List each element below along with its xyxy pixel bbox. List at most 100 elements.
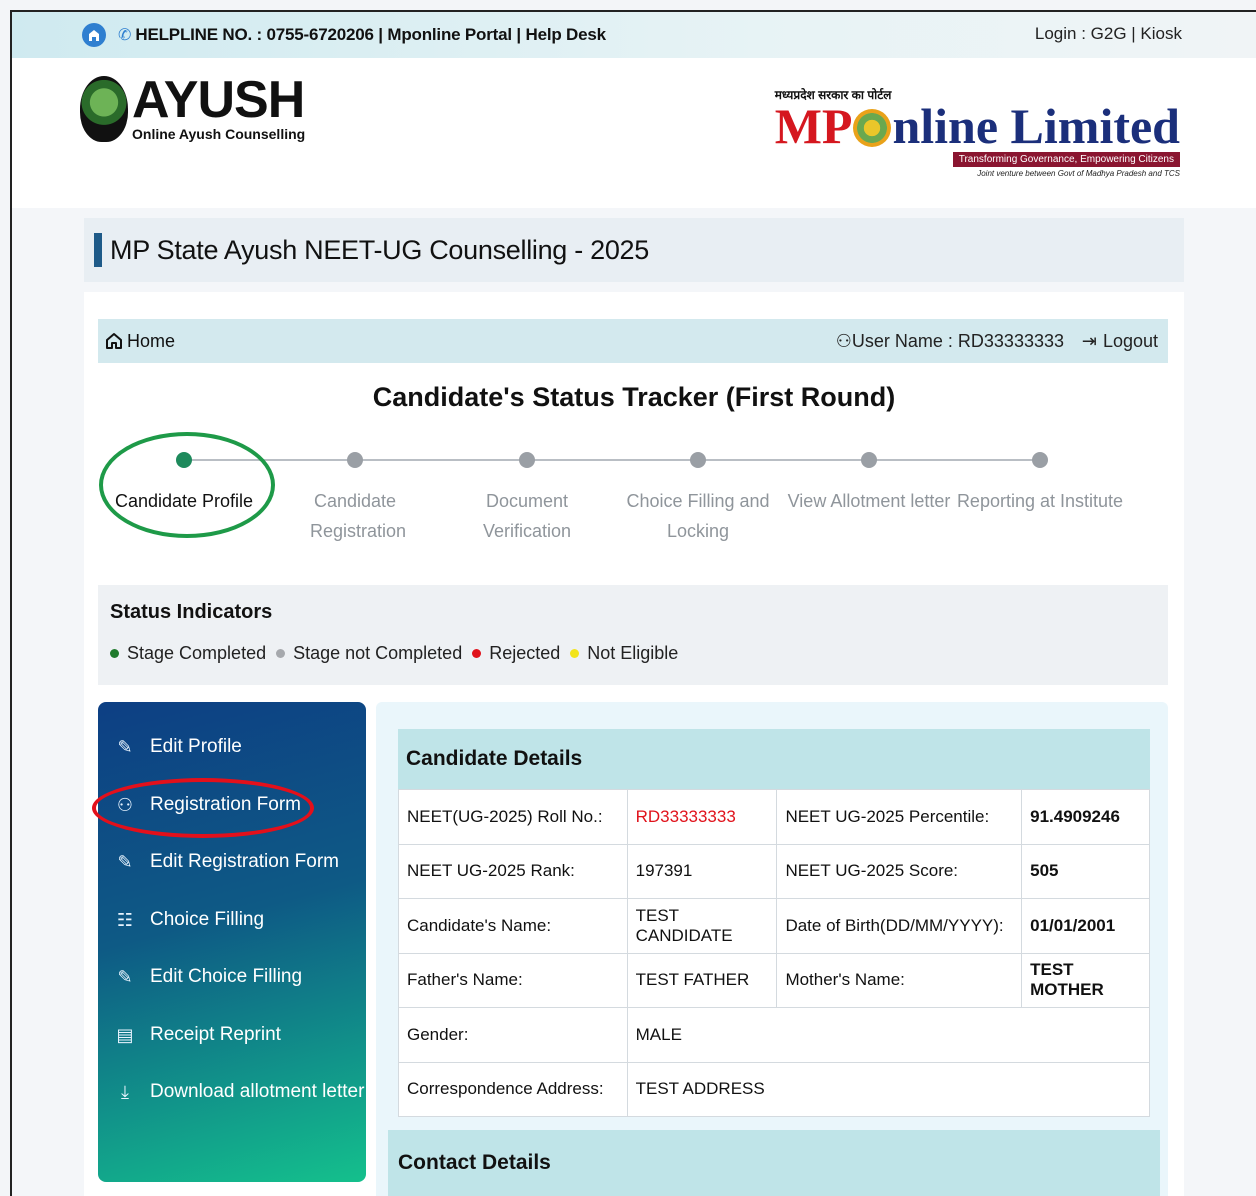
step-choice-filling[interactable]: Choice Filling and Locking	[613, 452, 783, 546]
candidate-name-value: TEST CANDIDATE	[626, 898, 778, 954]
sidebar-item-label: Receipt Reprint	[150, 1024, 281, 1045]
roll-no-label: NEET(UG-2025) Roll No.:	[398, 789, 628, 845]
page-title: MP State Ayush NEET-UG Counselling - 202…	[110, 234, 649, 265]
contact-details-heading: Contact Details	[388, 1130, 1160, 1196]
step-document-verification[interactable]: Document Verification	[442, 452, 612, 546]
step-dot	[861, 452, 877, 468]
sidebar-item-edit-choice-filling[interactable]: ✎ Edit Choice Filling	[114, 966, 302, 988]
sidebar-item-label: Edit Choice Filling	[150, 966, 303, 987]
mother-name-label: Mother's Name:	[776, 952, 1023, 1008]
user-navbar: Home ⚇User Name : RD33333333 ⇥ Logout	[98, 319, 1168, 363]
download-icon: ⤓	[121, 1081, 129, 1102]
legend-stage-completed: Stage Completed	[110, 643, 266, 664]
step-dot	[1032, 452, 1048, 468]
title-accent-bar	[94, 233, 102, 267]
mother-name-value: TEST MOTHER	[1021, 952, 1150, 1008]
status-heading: Status Indicators	[110, 601, 273, 623]
mponline-wheel-icon	[853, 109, 892, 147]
table-row: Father's Name: TEST FATHER Mother's Name…	[398, 952, 1150, 1008]
legend-label: Stage not Completed	[293, 643, 463, 663]
gender-label: Gender:	[398, 1007, 628, 1063]
receipt-icon: ▤	[116, 1024, 134, 1045]
legend-stage-not-completed: Stage not Completed	[276, 643, 462, 664]
step-view-allotment[interactable]: View Allotment letter	[784, 452, 954, 516]
mponline-logo[interactable]: मध्यप्रदेश सरकार का पोर्टल MP nline Limit…	[775, 86, 1180, 178]
candidate-details-heading: Candidate Details	[398, 729, 1150, 789]
step-dot	[519, 452, 535, 468]
step-label: Candidate Registration	[310, 491, 407, 541]
status-legend: Stage Completed Stage not Completed Reje…	[110, 643, 688, 664]
user-name-label: User Name : RD33333333	[851, 331, 1064, 351]
roll-no-value: RD33333333	[626, 789, 778, 845]
content-panel: Candidate Details NEET(UG-2025) Roll No.…	[376, 702, 1168, 1196]
father-name-value: TEST FATHER	[626, 952, 778, 1008]
mp-jv-note: Joint venture between Govt of Madhya Pra…	[977, 169, 1180, 178]
gender-value: MALE	[626, 1007, 1151, 1063]
mp-brand-suffix: nline Limited	[892, 98, 1180, 154]
login-links[interactable]: Login : G2G | Kiosk	[1035, 24, 1182, 44]
legend-label: Stage Completed	[127, 643, 267, 663]
step-label: View Allotment letter	[787, 491, 951, 511]
sidebar-item-edit-registration-form[interactable]: ✎ Edit Registration Form	[114, 851, 339, 873]
legend-not-eligible: Not Eligible	[570, 643, 678, 664]
score-label: NEET UG-2025 Score:	[776, 843, 1023, 899]
step-dot	[690, 452, 706, 468]
edit-icon: ✎	[117, 736, 133, 757]
user-name-display: ⚇User Name : RD33333333	[836, 331, 1064, 352]
step-label: Document Verification	[482, 491, 572, 541]
sidebar-item-label: Choice Filling	[150, 909, 265, 930]
red-dot-icon	[472, 649, 482, 658]
sidebar-item-edit-profile[interactable]: ✎ Edit Profile	[114, 736, 242, 758]
ayush-logo[interactable]: AYUSH Online Ayush Counselling	[80, 74, 306, 142]
tracker-title: Candidate's Status Tracker (First Round)	[372, 382, 896, 412]
sidebar-item-receipt-reprint[interactable]: ▤ Receipt Reprint	[114, 1024, 281, 1046]
father-name-label: Father's Name:	[398, 952, 628, 1008]
status-indicators: Status Indicators Stage Completed Stage …	[98, 585, 1168, 685]
page-title-strip: MP State Ayush NEET-UG Counselling - 202…	[84, 218, 1184, 282]
home-link[interactable]: Home	[104, 331, 175, 352]
step-label: Choice Filling and Locking	[626, 491, 770, 541]
address-label: Correspondence Address:	[398, 1061, 628, 1117]
yellow-dot-icon	[570, 649, 580, 658]
sidebar-item-choice-filling[interactable]: ☷ Choice Filling	[114, 909, 264, 931]
table-row: NEET UG-2025 Rank: 197391 NEET UG-2025 S…	[398, 843, 1150, 899]
home-link-label: Home	[127, 330, 176, 351]
site-header: AYUSH Online Ayush Counselling मध्यप्रदे…	[12, 58, 1256, 208]
logout-link[interactable]: ⇥ Logout	[1082, 331, 1158, 352]
sidebar-item-label: Edit Profile	[150, 736, 242, 757]
main-card: Home ⚇User Name : RD33333333 ⇥ Logout Can…	[84, 292, 1184, 1196]
highlight-ring-green	[99, 432, 275, 538]
user-icon: ⚇	[835, 331, 852, 351]
dob-label: Date of Birth(DD/MM/YYYY):	[776, 898, 1023, 954]
legend-rejected: Rejected	[472, 643, 560, 664]
logout-icon: ⇥	[1081, 331, 1097, 351]
ayush-emblem-icon	[80, 76, 128, 142]
table-row: NEET(UG-2025) Roll No.: RD33333333 NEET …	[398, 789, 1150, 845]
ayush-subtitle: Online Ayush Counselling	[132, 126, 306, 142]
table-row: Gender: MALE	[398, 1007, 1151, 1063]
helpline-text[interactable]: HELPLINE NO. : 0755-6720206 | Mponline P…	[135, 25, 606, 45]
mp-brand-prefix: MP	[774, 98, 853, 154]
address-value: TEST ADDRESS	[626, 1061, 1151, 1117]
legend-label: Rejected	[489, 643, 561, 663]
step-reporting-institute[interactable]: Reporting at Institute	[955, 452, 1125, 516]
legend-label: Not Eligible	[587, 643, 679, 663]
sidebar-item-download-allotment-letter[interactable]: ⤓ Download allotment letter	[114, 1081, 364, 1103]
helpline-bar: ✆ HELPLINE NO. : 0755-6720206 | Mponline…	[12, 12, 1256, 58]
dob-value: 01/01/2001	[1021, 898, 1150, 954]
table-row: Correspondence Address: TEST ADDRESS	[398, 1061, 1151, 1117]
sidebar-item-label: Edit Registration Form	[150, 851, 340, 872]
candidate-name-label: Candidate's Name:	[398, 898, 628, 954]
highlight-ring-red	[92, 778, 314, 838]
rank-label: NEET UG-2025 Rank:	[398, 843, 628, 899]
home-logo-icon[interactable]	[82, 23, 106, 47]
sidebar-item-label: Download allotment letter	[150, 1081, 365, 1102]
grey-dot-icon	[276, 649, 286, 658]
step-label: Reporting at Institute	[956, 491, 1124, 511]
score-value: 505	[1021, 843, 1150, 899]
step-dot	[347, 452, 363, 468]
green-dot-icon	[110, 649, 119, 658]
home-icon	[106, 333, 122, 349]
step-candidate-registration[interactable]: Candidate Registration	[270, 452, 440, 546]
browser-frame: ✆ HELPLINE NO. : 0755-6720206 | Mponline…	[10, 10, 1256, 1196]
